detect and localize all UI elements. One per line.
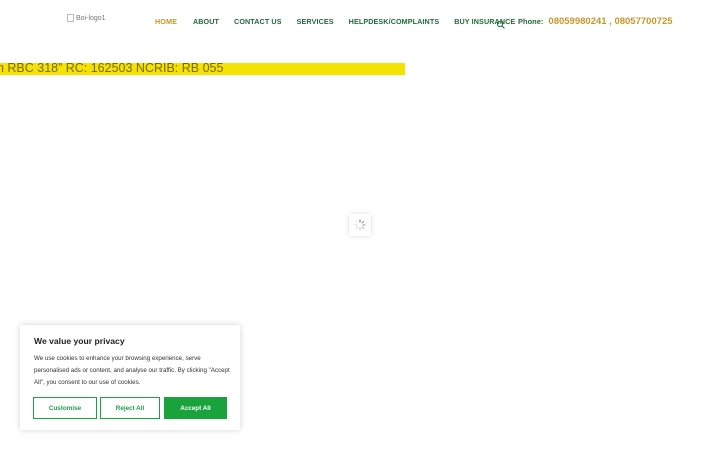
logo-alt-text: Boi-logo1 xyxy=(76,14,106,22)
customise-button[interactable]: Customise xyxy=(33,397,97,419)
nav-buy-insurance[interactable]: BUY INSURANCE xyxy=(454,17,515,26)
nav-helpdesk-complaints[interactable]: HELPDESK/COMPLAINTS xyxy=(349,17,440,26)
accept-all-button[interactable]: Accept All xyxy=(164,397,227,419)
cookie-body-text: We use cookies to enhance your browsing … xyxy=(34,355,230,386)
nav-home[interactable]: HOME xyxy=(155,17,177,26)
reject-all-button[interactable]: Reject All xyxy=(100,397,160,419)
cookie-consent-banner: We value your privacy We use cookies to … xyxy=(20,325,240,430)
spinner-icon xyxy=(354,219,366,231)
marquee-text: on RBC 318” RC: 162503 NCRIB: RB 055 xyxy=(0,63,224,75)
nav-contact-us[interactable]: CONTACT US xyxy=(234,17,282,26)
nav-about[interactable]: ABOUT xyxy=(193,17,219,26)
announcement-marquee: on RBC 318” RC: 162503 NCRIB: RB 055 xyxy=(0,63,405,75)
site-logo[interactable]: Boi-logo1 xyxy=(67,14,106,22)
nav-services[interactable]: SERVICES xyxy=(297,17,334,26)
phone-label: Phone: xyxy=(518,17,544,26)
broken-image-icon xyxy=(67,14,74,22)
phone-numbers[interactable]: 08059980241 , 08057700725 xyxy=(548,16,672,27)
phone-contact: Phone: 08059980241 , 08057700725 xyxy=(518,16,673,27)
main-nav: HOME ABOUT CONTACT US SERVICES HELPDESK/… xyxy=(155,17,515,26)
loading-spinner xyxy=(349,214,371,236)
site-header: Boi-logo1 HOME ABOUT CONTACT US SERVICES… xyxy=(0,0,720,45)
cookie-title: We value your privacy xyxy=(34,336,125,346)
page: Boi-logo1 HOME ABOUT CONTACT US SERVICES… xyxy=(0,0,720,450)
search-icon[interactable] xyxy=(496,17,506,29)
